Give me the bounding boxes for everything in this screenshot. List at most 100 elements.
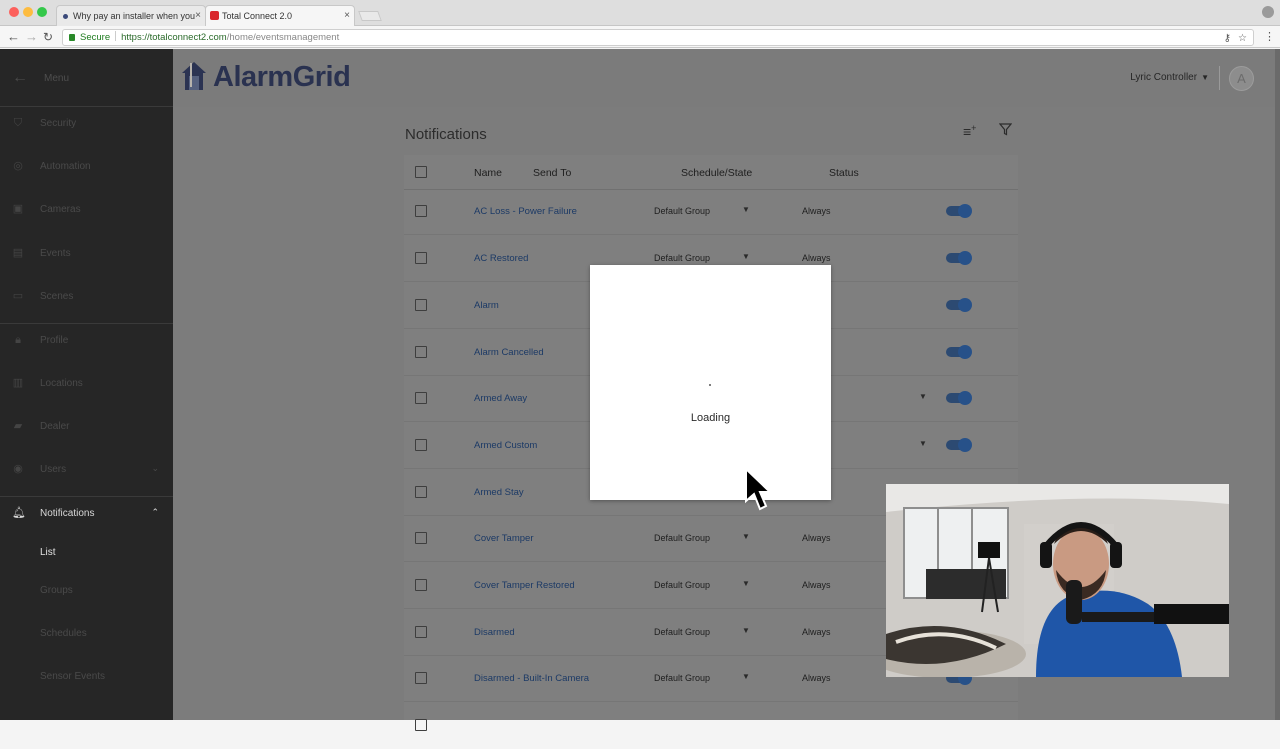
filter-icon[interactable] — [998, 123, 1013, 139]
avatar[interactable]: A — [1229, 66, 1254, 91]
notification-name-link[interactable]: Cover Tamper — [474, 533, 534, 544]
send-to-group[interactable]: Default Group — [654, 627, 710, 637]
events-icon: ▤ — [12, 247, 24, 259]
forward-arrow-icon[interactable]: → — [25, 29, 38, 45]
caret-down-icon[interactable]: ▼ — [742, 205, 750, 214]
row-checkbox[interactable] — [415, 439, 427, 451]
caret-down-icon[interactable]: ▼ — [919, 392, 927, 401]
star-icon[interactable]: ☆ — [1238, 31, 1247, 46]
address-bar[interactable]: Secure https://totalconnect2.com/home/eve… — [62, 29, 1254, 46]
send-to-group[interactable]: Default Group — [654, 533, 710, 543]
chevron-down-icon[interactable]: ⌄ — [151, 463, 159, 474]
sidebar-item-automation[interactable]: ◎ Automation — [0, 146, 173, 189]
toggle-knob — [958, 251, 972, 265]
tab-title: Why pay an installer when you — [73, 11, 196, 21]
send-to-group[interactable]: Default Group — [654, 253, 710, 263]
row-checkbox[interactable] — [415, 579, 427, 591]
webcam-overlay — [886, 484, 1229, 677]
send-to-group[interactable]: Default Group — [654, 580, 710, 590]
toggle-knob — [958, 298, 972, 312]
notification-name-link[interactable]: Alarm Cancelled — [474, 347, 544, 358]
caret-down-icon: ▼ — [1201, 73, 1209, 82]
sidebar-subitem-schedules[interactable]: Schedules — [40, 628, 87, 639]
window-close-button[interactable] — [9, 7, 19, 17]
column-header-send-to[interactable]: Send To — [533, 167, 571, 179]
automation-icon: ◎ — [13, 160, 23, 172]
row-checkbox[interactable] — [415, 346, 427, 358]
back-arrow-icon[interactable]: ← — [12, 69, 28, 87]
caret-down-icon[interactable]: ▼ — [742, 672, 750, 681]
send-to-group[interactable]: Default Group — [654, 673, 710, 683]
notification-name-link[interactable]: Disarmed - Built-In Camera — [474, 673, 589, 684]
row-checkbox[interactable] — [415, 532, 427, 544]
tab-close-icon[interactable]: × — [195, 10, 201, 21]
sidebar-item-users[interactable]: ◉ Users ⌄ — [0, 449, 173, 492]
row-checkbox[interactable] — [415, 486, 427, 498]
notification-name-link[interactable]: Cover Tamper Restored — [474, 580, 575, 591]
browser-tab-total-connect[interactable]: Total Connect 2.0 × — [205, 5, 355, 27]
page-scrollbar[interactable] — [1275, 49, 1280, 720]
sidebar-item-locations[interactable]: ▥ Locations — [0, 363, 173, 406]
sidebar-item-dealer[interactable]: ▰ Dealer — [0, 406, 173, 449]
sidebar-item-profile[interactable]: 🔒︎ Profile — [0, 320, 173, 363]
notification-name-link[interactable]: Armed Away — [474, 393, 527, 404]
column-header-name[interactable]: Name — [474, 167, 502, 179]
chevron-up-icon[interactable]: ⌃ — [151, 507, 159, 518]
status-toggle[interactable] — [946, 204, 972, 218]
notification-name-link[interactable]: AC Restored — [474, 253, 528, 264]
row-checkbox[interactable] — [415, 392, 427, 404]
page-title: Notifications — [405, 126, 487, 143]
sidebar: ← Menu ⛉ Security ◎ Automation ▣ Cameras… — [0, 49, 173, 720]
sidebar-item-scenes[interactable]: ▭ Scenes — [0, 276, 173, 319]
sidebar-item-notifications[interactable]: 🔔︎ Notifications ⌃ — [0, 493, 173, 536]
new-tab-button[interactable] — [358, 11, 382, 21]
row-checkbox[interactable] — [415, 626, 427, 638]
notification-name-link[interactable]: Armed Stay — [474, 487, 524, 498]
status-toggle[interactable] — [946, 298, 972, 312]
add-list-icon[interactable]: ≡+ — [963, 123, 976, 140]
caret-down-icon[interactable]: ▼ — [742, 252, 750, 261]
row-checkbox[interactable] — [415, 719, 427, 731]
sidebar-item-security[interactable]: ⛉ Security — [0, 103, 173, 146]
tab-title: Total Connect 2.0 — [222, 11, 293, 21]
notification-name-link[interactable]: Alarm — [474, 300, 499, 311]
status-toggle[interactable] — [946, 438, 972, 452]
sidebar-subitem-sensor-events[interactable]: Sensor Events — [40, 671, 105, 682]
row-checkbox[interactable] — [415, 252, 427, 264]
column-header-schedule[interactable]: Schedule/State — [681, 167, 752, 179]
status-toggle[interactable] — [946, 251, 972, 265]
back-arrow-icon[interactable]: ← — [7, 29, 20, 45]
sidebar-item-events[interactable]: ▤ Events — [0, 233, 173, 276]
row-checkbox[interactable] — [415, 299, 427, 311]
logo-text: AlarmGrid — [213, 61, 351, 93]
select-all-checkbox[interactable] — [415, 166, 427, 178]
tab-close-icon[interactable]: × — [344, 10, 350, 21]
notification-name-link[interactable]: AC Loss - Power Failure — [474, 206, 577, 217]
sidebar-subitem-groups[interactable]: Groups — [40, 585, 73, 596]
camera-icon: ▣ — [12, 203, 24, 215]
send-to-group[interactable]: Default Group — [654, 206, 710, 216]
caret-down-icon[interactable]: ▼ — [742, 579, 750, 588]
key-icon[interactable]: ⚷ — [1224, 31, 1231, 46]
caret-down-icon[interactable]: ▼ — [742, 532, 750, 541]
browser-tab-why-pay[interactable]: Why pay an installer when you × — [56, 5, 206, 26]
caret-down-icon[interactable]: ▼ — [742, 626, 750, 635]
reload-icon[interactable]: ↻ — [43, 29, 53, 45]
browser-menu-icon[interactable]: ⋮ — [1264, 29, 1275, 45]
notification-name-link[interactable]: Disarmed — [474, 627, 515, 638]
notification-name-link[interactable]: Armed Custom — [474, 440, 537, 451]
row-checkbox[interactable] — [415, 205, 427, 217]
row-checkbox[interactable] — [415, 672, 427, 684]
window-minimize-button[interactable] — [23, 7, 33, 17]
controller-selector[interactable]: Lyric Controller ▼ — [1130, 72, 1209, 83]
status-toggle[interactable] — [946, 391, 972, 405]
sidebar-item-cameras[interactable]: ▣ Cameras — [0, 189, 173, 232]
column-header-status[interactable]: Status — [829, 167, 859, 179]
caret-down-icon[interactable]: ▼ — [919, 439, 927, 448]
browser-profile-icon[interactable] — [1262, 6, 1274, 18]
menu-toggle[interactable]: ← Menu — [0, 49, 173, 107]
status-toggle[interactable] — [946, 345, 972, 359]
scenes-icon: ▭ — [12, 290, 24, 302]
window-zoom-button[interactable] — [37, 7, 47, 17]
sidebar-subitem-list[interactable]: List — [40, 547, 56, 558]
